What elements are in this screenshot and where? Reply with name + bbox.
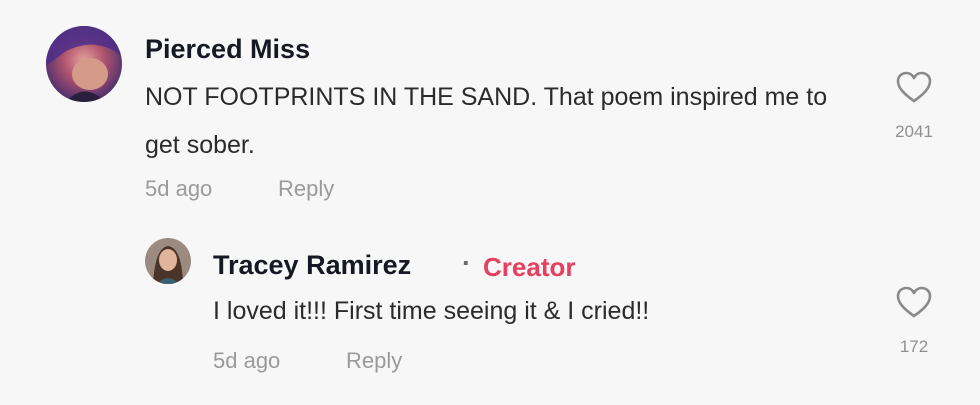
reply-avatar[interactable] (145, 238, 191, 284)
like-count: 2041 (895, 122, 933, 141)
comment-like-button[interactable]: 2041 (882, 70, 946, 142)
reply-text: I loved it!!! First time seeing it & I c… (213, 297, 650, 325)
comment-text: NOT FOOTPRINTS IN THE SAND. That poem in… (145, 83, 828, 159)
heart-icon[interactable] (895, 285, 933, 319)
reply-timestamp: 5d ago (213, 348, 281, 373)
reply-like-button[interactable]: 172 (882, 285, 946, 357)
reply-username[interactable]: Tracey Ramirez (213, 250, 411, 281)
reply-reply-button[interactable]: Reply (346, 348, 402, 374)
reply-button[interactable]: Reply (278, 176, 334, 202)
comment-username[interactable]: Pierced Miss (145, 34, 310, 65)
heart-icon[interactable] (895, 70, 933, 104)
like-count: 172 (899, 337, 929, 356)
comment-avatar[interactable] (46, 26, 122, 102)
comment-timestamp: 5d ago (145, 176, 213, 201)
separator-dot: · (462, 248, 471, 278)
creator-badge: Creator (483, 252, 576, 282)
